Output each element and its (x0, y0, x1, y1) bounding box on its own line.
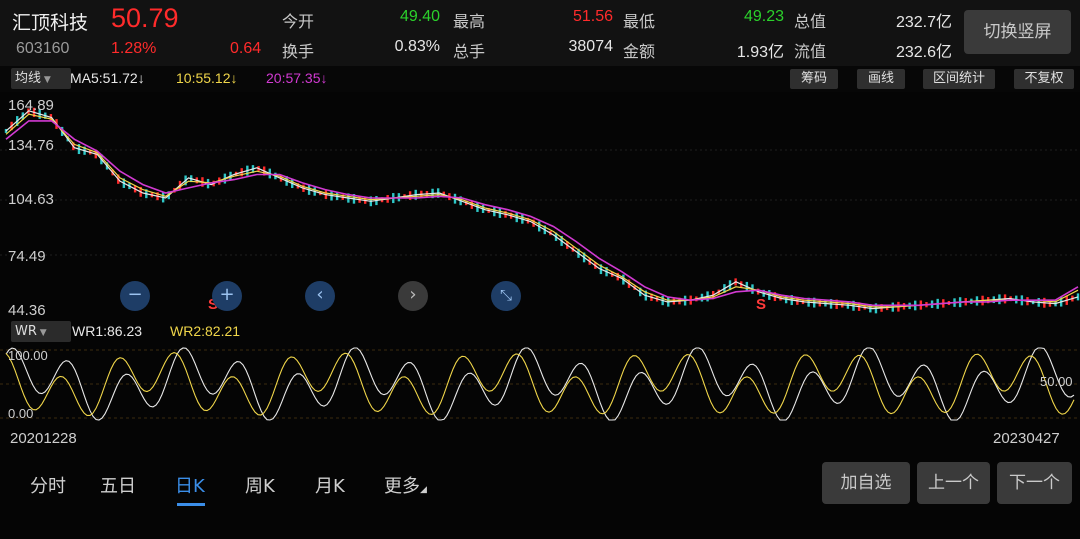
wr1-label: WR1:86.23 (72, 323, 143, 339)
collapse-icon[interactable]: ⤡ (491, 281, 521, 311)
float-mv-label: 流值 (794, 42, 827, 61)
chevron-down-icon: ▼ (36, 328, 47, 338)
y-axis-label: 104.63 (8, 191, 54, 208)
sell-signal-mark: S (756, 296, 767, 313)
change-value: 0.64 (230, 40, 262, 57)
turnover-label: 换手 (282, 42, 315, 61)
wr-svg (0, 347, 1080, 421)
tab-weekly-k[interactable]: 周K (245, 472, 275, 498)
change-percent: 1.28% (111, 40, 157, 57)
y-axis-label: 44.36 (8, 302, 46, 319)
series-line-ma5 (5, 110, 1079, 310)
mode-label: 均线 (15, 71, 42, 86)
zoom-out-icon[interactable]: − (120, 281, 150, 311)
chevron-down-icon: ▼ (41, 75, 51, 85)
amount-label: 金额 (623, 42, 656, 61)
chip-distribution-button[interactable]: 筹码 (790, 69, 838, 89)
series-line-10 (5, 113, 1079, 308)
more-label: 更多 (384, 476, 420, 497)
high-label: 最高 (453, 12, 486, 31)
series-line-20 (5, 120, 1079, 307)
open-label: 今开 (282, 12, 315, 31)
open-value: 49.40 (399, 8, 440, 25)
wr-axis-label: 50.00 (1040, 374, 1073, 389)
ma10-label: 10:55.12↓ (176, 70, 238, 86)
chevron-left-icon[interactable]: ‹ (305, 281, 335, 311)
wr-axis-label: 100.00 (8, 348, 48, 363)
tab-monthly-k[interactable]: 月K (315, 472, 345, 498)
ma-bar: 均线 ▼ MA5:51.72↓ 10:55.12↓ 20:57.35↓ 筹码 画… (0, 66, 1080, 92)
add-watchlist-button[interactable]: 加自选 (822, 462, 910, 504)
volume-value: 38074 (568, 38, 614, 55)
y-axis-label: 164.89 (8, 97, 54, 114)
zoom-in-icon[interactable]: + (212, 281, 242, 311)
no-adjust-button[interactable]: 不复权 (1014, 69, 1074, 89)
total-mv-label: 总值 (794, 12, 827, 31)
ma20-label: 20:57.35↓ (266, 70, 328, 86)
previous-button[interactable]: 上一个 (917, 462, 990, 504)
indicator-mode-dropdown[interactable]: 均线 ▼ (11, 68, 71, 89)
kline-chart[interactable]: 164.89 134.76 104.63 74.49 44.36 S S − +… (0, 92, 1080, 319)
volume-label: 总手 (453, 42, 486, 61)
float-mv-value: 232.6亿 (895, 44, 952, 61)
range-stats-button[interactable]: 区间统计 (923, 69, 995, 89)
active-tab-indicator (177, 503, 205, 506)
stock-code: 603160 (16, 40, 70, 57)
low-value: 49.23 (743, 8, 784, 25)
draw-line-button[interactable]: 画线 (857, 69, 905, 89)
wr-chart[interactable]: 100.00 50.00 0.00 (0, 344, 1080, 426)
amount-value: 1.93亿 (736, 44, 784, 61)
chart-app: 汇顶科技 50.79 603160 1.28% 0.64 今开 49.40 最高… (0, 0, 1080, 539)
turnover-value: 0.83% (394, 38, 440, 55)
y-axis-label: 74.49 (8, 248, 46, 265)
indicator-dropdown[interactable]: WR ▼ (11, 321, 71, 342)
quote-header: 汇顶科技 50.79 603160 1.28% 0.64 今开 49.40 最高… (0, 0, 1080, 66)
end-date: 20230427 (993, 430, 1060, 447)
chevron-right-icon[interactable]: › (398, 281, 428, 311)
wr-axis-label: 0.00 (8, 406, 34, 421)
indicator-name: WR (15, 324, 37, 339)
tab-more[interactable]: 更多◢ (384, 472, 427, 498)
wr-bar: WR ▼ WR1:86.23 WR2:82.21 (0, 320, 1080, 344)
current-price: 50.79 (111, 3, 179, 33)
ma5-label: MA5:51.72↓ (70, 70, 145, 86)
tab-intraday[interactable]: 分时 (30, 472, 66, 498)
tab-five-day[interactable]: 五日 (100, 472, 136, 498)
kline-svg (0, 107, 1080, 314)
total-mv-value: 232.7亿 (895, 14, 952, 31)
corner-arrow-icon: ◢ (420, 485, 427, 495)
high-value: 51.56 (572, 8, 613, 25)
tab-daily-k[interactable]: 日K (175, 472, 205, 498)
stock-name: 汇顶科技 (12, 12, 89, 34)
start-date: 20201228 (10, 430, 77, 447)
low-label: 最低 (623, 12, 656, 31)
wr2-label: WR2:82.21 (170, 323, 241, 339)
next-button[interactable]: 下一个 (997, 462, 1072, 504)
y-axis-label: 134.76 (8, 137, 54, 154)
switch-portrait-button[interactable]: 切换竖屏 (964, 10, 1071, 54)
